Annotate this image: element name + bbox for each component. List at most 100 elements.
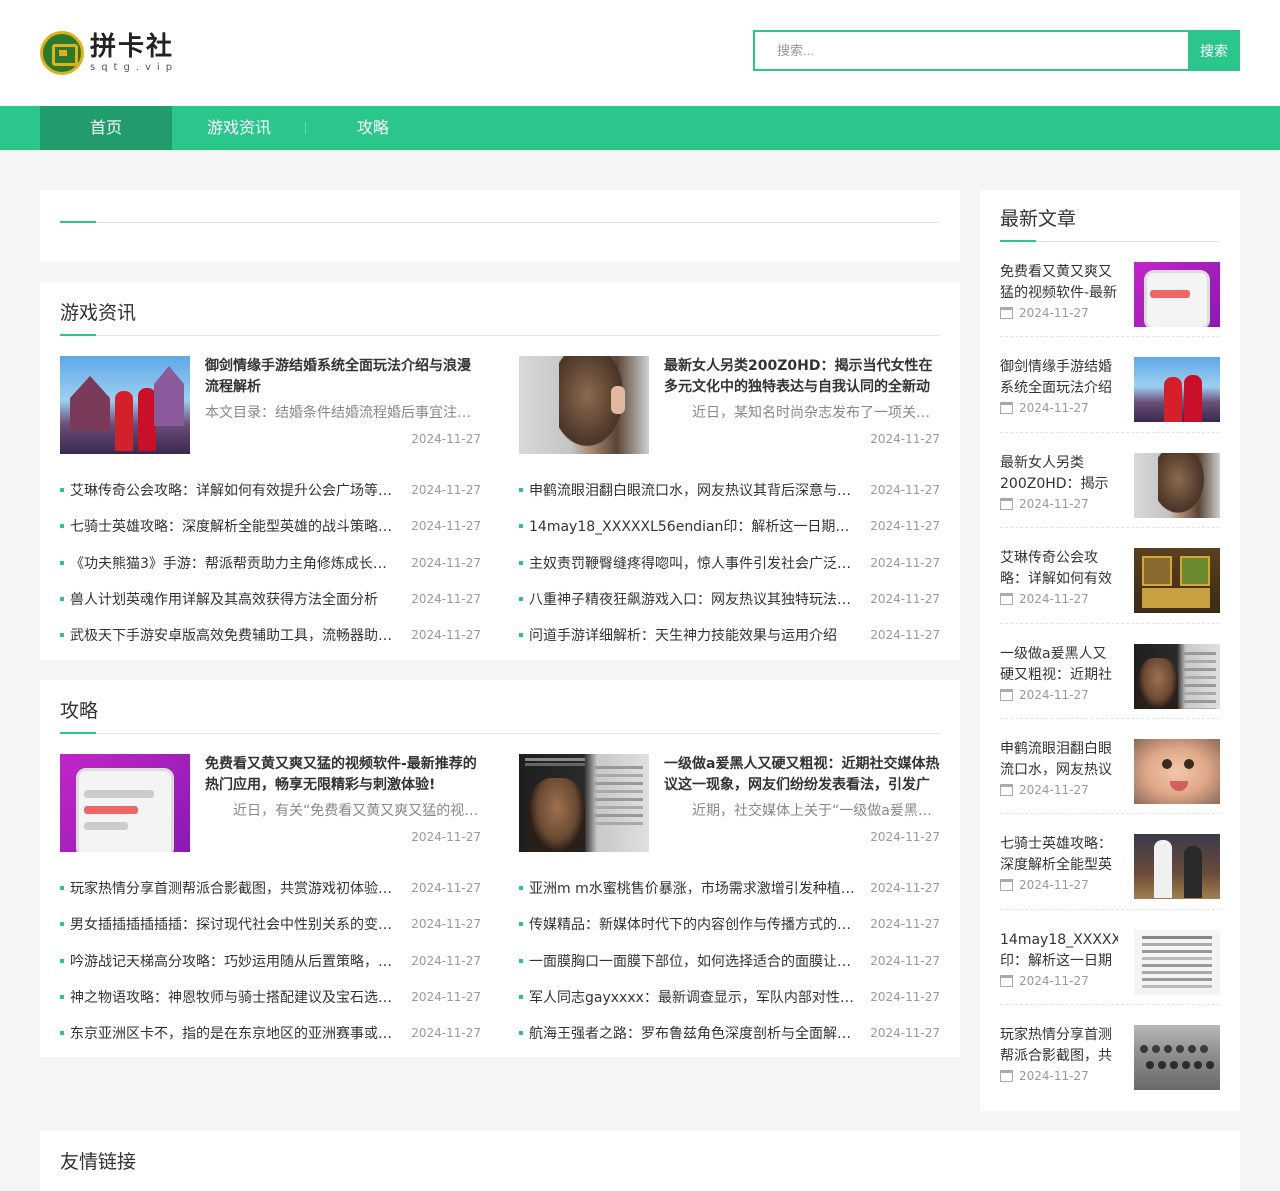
document-image[interactable] [1134,929,1220,995]
featured-article[interactable]: 御剑情缘手游结婚系统全面玩法介绍与浪漫流程解析 本文目录：结婚条件结婚流程婚后事… [60,356,481,454]
list-item[interactable]: 艾琳传奇公会攻略：详解如何有效提升公会广场等级与团队实力2024-11-27 [60,472,481,508]
sidebar-article-title[interactable]: 玩家热情分享首测帮派合影截图，共赏 [1000,1025,1118,1067]
article-excerpt: 近日，某知名时尚杂志发布了一项关于女性自我表达的调查 [692,405,940,421]
nav-item-home[interactable]: 首页 [40,106,172,150]
search-form: 搜索 [753,30,1240,71]
sidebar-article-date: 2024-11-27 [1019,973,1089,988]
article-excerpt: 近期，社交媒体上关于“一级做a爰黑人又硬又粗视”的讨论 [692,803,940,819]
sidebar-article-title[interactable]: 免费看又黄又爽又猛的视频软件-最新推荐 [1000,262,1118,304]
list-item[interactable]: 神之物语攻略：神恩牧师与骑士搭配建议及宝石选择指南 2024-11-27 [60,979,481,1015]
sidebar-article-date: 2024-11-27 [1019,687,1089,702]
sidebar-article-date: 2024-11-27 [1019,592,1089,607]
search-button[interactable]: 搜索 [1188,30,1240,71]
list-item[interactable]: 武极天下手游安卓版高效免费辅助工具，流畅器助力玩家轻松升级2024-11-27 [60,617,481,653]
list-item[interactable]: 军人同志gayxxxx：最新调查显示，军队内部对性少数群体的态度变化2024-1… [519,979,940,1015]
sidebar-article[interactable]: 艾琳传奇公会攻略：详解如何有效提升 2024-11-27 [1000,528,1220,624]
calendar-icon [1000,1070,1013,1083]
list-item[interactable]: 玩家热情分享首测帮派合影截图，共赏游戏初体验精彩瞬间 2024-11-27 [60,870,481,906]
list-item[interactable]: 传媒精品：新媒体时代下的内容创作与传播方式的变革探索 2024-11-27 [519,906,940,942]
sidebar-article-title[interactable]: 七骑士英雄攻略：深度解析全能型英雄 [1000,834,1118,876]
nav-item-game-news[interactable]: 游戏资讯 [172,106,306,150]
sidebar-article[interactable]: 最新女人另类200Z0HD：揭示当代女性 2024-11-27 [1000,433,1220,529]
banner-panel [40,190,960,262]
sidebar-article[interactable]: 七骑士英雄攻略：深度解析全能型英雄 2024-11-27 [1000,814,1220,910]
article-excerpt: 近日，有关“免费看又黄又爽又猛的视频软件”的讨论 [233,803,481,819]
sidebar-article-title[interactable]: 御剑情缘手游结婚系统全面玩法介绍 [1000,357,1118,399]
phone-app-image[interactable] [60,754,190,852]
sidebar-article-date: 2024-11-27 [1019,1069,1089,1084]
baby-face-image[interactable] [1134,738,1220,804]
sidebar-title: 最新文章 [1000,208,1077,230]
calendar-icon [1000,307,1013,319]
calendar-icon [1000,497,1013,510]
sidebar-article-date: 2024-11-27 [1019,878,1089,893]
list-item[interactable]: 一面膜胸口一面膜下部位，如何选择适合的面膜让肌肤焕发光彩2024-11-27 [519,943,940,979]
sidebar-article[interactable]: 玩家热情分享首测帮派合影截图，共赏 2024-11-27 [1000,1005,1220,1100]
article-list-right: 申鹤流眼泪翻白眼流口水，网友热议其背后深意与情感表达方式2024-11-27 1… [519,472,940,653]
sidebar-article-date: 2024-11-27 [1019,496,1089,511]
group-photo-image[interactable] [1134,1025,1220,1091]
calendar-icon [1000,593,1013,606]
article-date: 2024-11-27 [411,432,481,446]
list-item[interactable]: 吟游战记天梯高分攻略：巧妙运用随从后置策略，解锁胜利之路2024-11-27 [60,943,481,979]
logo-domain: sqtg.vip [90,62,179,73]
article-date: 2024-11-27 [411,830,481,844]
list-item[interactable]: 航海王强者之路：罗布鲁兹角色深度剖析与全面解析攻略 2024-11-27 [519,1015,940,1051]
woman-portrait-image[interactable] [519,356,649,454]
list-item[interactable]: 男女插插插插插插：探讨现代社会中性别关系的变化与挑战 2024-11-27 [60,906,481,942]
sidebar-article-title[interactable]: 申鹤流眼泪翻白眼流口水，网友热议 [1000,739,1118,781]
list-item[interactable]: 申鹤流眼泪翻白眼流口水，网友热议其背后深意与情感表达方式2024-11-27 [519,472,940,508]
sidebar-article-title[interactable]: 14may18_XXXXXL56endian印：解析这一日期 [1000,930,1118,972]
sidebar-article[interactable]: 14may18_XXXXXL56endian印：解析这一日期 2024-11-2… [1000,910,1220,1006]
phone-app-image[interactable] [1134,262,1220,327]
article-list-left: 玩家热情分享首测帮派合影截图，共赏游戏初体验精彩瞬间 2024-11-27 男女插… [60,870,481,1051]
sidebar-article-date: 2024-11-27 [1019,782,1089,797]
article-title[interactable]: 一级做a爰黑人又硬又粗视：近期社交媒体热议这一现象，网友们纷纷发表看法，引发广泛… [664,754,940,796]
list-item[interactable]: 问道手游详细解析：天生神力技能效果与运用介绍 2024-11-27 [519,617,940,653]
sidebar-article[interactable]: 御剑情缘手游结婚系统全面玩法介绍 2024-11-27 [1000,337,1220,433]
list-item[interactable]: 主奴责罚鞭臀缝疼得唿叫，惊人事件引发社会广泛关注与讨论2024-11-27 [519,545,940,581]
article-list-right: 亚洲m m水蜜桃售价暴涨，市场需求激增引发种植热潮 2024-11-27 传媒精品… [519,870,940,1051]
list-item[interactable]: 《功夫熊猫3》手游：帮派帮贡助力主角修炼成长之路 2024-11-27 [60,545,481,581]
list-item[interactable]: 14may18_XXXXXL56endian印：解析这一日期与特殊编码的含义20… [519,508,940,544]
calendar-icon [1000,783,1013,796]
sidebar-latest: 最新文章 免费看又黄又爽又猛的视频软件-最新推荐 2024-11-27 御剑情缘… [980,190,1240,1111]
article-title[interactable]: 御剑情缘手游结婚系统全面玩法介绍与浪漫流程解析 [205,356,481,398]
nav-item-guides[interactable]: 攻略 [306,106,440,150]
basketball-image[interactable] [1134,834,1220,900]
anime-characters-image[interactable] [60,356,190,454]
list-item[interactable]: 八重神子精夜狂飙游戏入口：网友热议其独特玩法与精彩剧情2024-11-27 [519,581,940,617]
anime-characters-image[interactable] [1134,357,1220,423]
sidebar-article-title[interactable]: 艾琳传奇公会攻略：详解如何有效提升 [1000,548,1118,590]
featured-article[interactable]: 免费看又黄又爽又猛的视频软件-最新推荐的热门应用，畅享无限精彩与刺激体验! 近日… [60,754,481,852]
list-item[interactable]: 亚洲m m水蜜桃售价暴涨，市场需求激增引发种植热潮 2024-11-27 [519,870,940,906]
sidebar-article-title[interactable]: 一级做a爰黑人又硬又粗视：近期社交媒体 [1000,644,1118,686]
article-title[interactable]: 免费看又黄又爽又猛的视频软件-最新推荐的热门应用，畅享无限精彩与刺激体验! [205,754,481,796]
list-item[interactable]: 东京亚洲区卡不，指的是在东京地区的亚洲赛事或活动安排情况2024-11-27 [60,1015,481,1051]
list-item[interactable]: 七骑士英雄攻略：深度解析全能型英雄的战斗策略与培养方向2024-11-27 [60,508,481,544]
site-logo[interactable]: 拼卡社 sqtg.vip [40,30,178,76]
section-title: 游戏资讯 [60,302,137,324]
article-title[interactable]: 最新女人另类200Z0HD：揭示当代女性在多元文化中的独特表达与自我认同的全新动… [664,356,940,398]
logo-name: 拼卡社 [90,32,175,62]
woman-portrait-image[interactable] [1134,452,1220,518]
search-input[interactable] [753,30,1188,71]
game-screenshot-image[interactable] [1134,548,1220,614]
sidebar-article[interactable]: 一级做a爰黑人又硬又粗视：近期社交媒体 2024-11-27 [1000,624,1220,719]
sidebar-article[interactable]: 免费看又黄又爽又猛的视频软件-最新推荐 2024-11-27 [1000,242,1220,338]
sidebar-article-title[interactable]: 最新女人另类200Z0HD：揭示当代女性 [1000,453,1118,495]
section-title: 友情链接 [60,1151,137,1173]
calendar-icon [1000,879,1013,892]
logo-icon [40,31,84,75]
featured-article[interactable]: 一级做a爰黑人又硬又粗视：近期社交媒体热议这一现象，网友们纷纷发表看法，引发广泛… [519,754,940,852]
calendar-icon [1000,974,1013,987]
list-item[interactable]: 兽人计划英魂作用详解及其高效获得方法全面分析 2024-11-27 [60,581,481,617]
sidebar-article[interactable]: 申鹤流眼泪翻白眼流口水，网友热议 2024-11-27 [1000,719,1220,815]
man-document-image[interactable] [519,754,649,852]
guide-panel: 攻略 免费看又黄又爽又猛的视频软件-最新推荐的热门应用，畅享无限精彩与刺激体验!… [40,680,960,1057]
section-title: 攻略 [60,700,99,722]
featured-article[interactable]: 最新女人另类200Z0HD：揭示当代女性在多元文化中的独特表达与自我认同的全新动… [519,356,940,454]
man-document-image[interactable] [1134,643,1220,709]
site-header: 拼卡社 sqtg.vip 搜索 [0,0,1280,106]
article-excerpt: 本文目录：结婚条件结婚流程婚后事宜注意事项 [205,405,481,421]
